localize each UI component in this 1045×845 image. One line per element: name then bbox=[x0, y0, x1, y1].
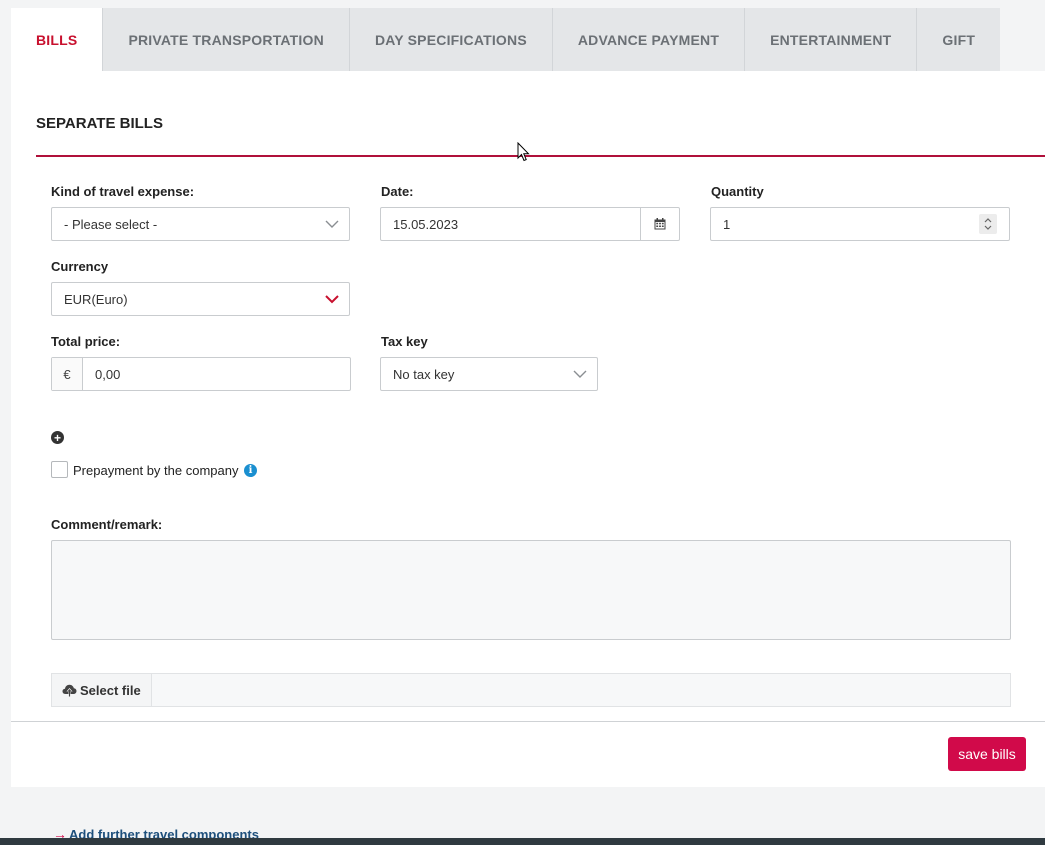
file-upload-bar: Select file bbox=[51, 673, 1011, 707]
chevron-down-icon bbox=[325, 292, 339, 306]
kind-of-travel-expense-select[interactable]: - Please select - bbox=[51, 207, 350, 241]
tax-key-select[interactable]: No tax key bbox=[380, 357, 598, 391]
footer-bar bbox=[0, 838, 1045, 845]
spinner-icon[interactable] bbox=[979, 214, 997, 234]
tab-advance-payment[interactable]: ADVANCE PAYMENT bbox=[552, 8, 746, 71]
total-price-value: 0,00 bbox=[95, 366, 121, 382]
tab-day-specifications[interactable]: DAY SPECIFICATIONS bbox=[349, 8, 553, 71]
currency-value: EUR(Euro) bbox=[64, 291, 128, 307]
calendar-button[interactable] bbox=[640, 208, 679, 240]
comment-label: Comment/remark: bbox=[51, 517, 163, 532]
tab-private-transportation[interactable]: PRIVATE TRANSPORTATION bbox=[103, 8, 350, 71]
calendar-icon bbox=[654, 218, 666, 230]
date-value: 15.05.2023 bbox=[393, 216, 459, 232]
quantity-stepper[interactable]: 1 bbox=[710, 207, 1010, 241]
bills-panel: SEPARATE BILLS Kind of travel expense: -… bbox=[11, 71, 1045, 787]
currency-symbol: € bbox=[52, 358, 83, 390]
actions-divider bbox=[11, 721, 1045, 722]
kind-of-travel-expense-value: - Please select - bbox=[64, 216, 158, 232]
tab-entertainment[interactable]: ENTERTAINMENT bbox=[745, 8, 918, 71]
total-price-input[interactable]: € 0,00 bbox=[51, 357, 351, 391]
save-bills-button[interactable]: save bills bbox=[948, 737, 1026, 771]
date-input[interactable]: 15.05.2023 bbox=[380, 207, 680, 241]
quantity-label: Quantity bbox=[711, 184, 764, 199]
currency-select[interactable]: EUR(Euro) bbox=[51, 282, 350, 316]
kind-of-travel-expense-label: Kind of travel expense: bbox=[51, 184, 195, 199]
section-title: SEPARATE BILLS bbox=[36, 115, 163, 132]
prepayment-label: Prepayment by the company bbox=[73, 463, 239, 478]
quantity-value: 1 bbox=[723, 216, 731, 232]
upload-icon bbox=[62, 684, 77, 696]
tax-key-value: No tax key bbox=[393, 366, 455, 382]
select-file-label: Select file bbox=[80, 682, 141, 698]
tax-key-label: Tax key bbox=[381, 334, 428, 349]
section-divider bbox=[36, 155, 1045, 157]
select-file-button[interactable]: Select file bbox=[52, 674, 152, 706]
tab-gift[interactable]: GIFT bbox=[917, 8, 1001, 71]
info-icon[interactable]: i bbox=[244, 464, 257, 477]
date-label: Date: bbox=[381, 184, 414, 199]
total-price-label: Total price: bbox=[51, 334, 121, 349]
comment-textarea[interactable] bbox=[51, 540, 1011, 640]
prepayment-checkbox[interactable] bbox=[51, 461, 68, 478]
chevron-down-icon bbox=[573, 367, 587, 381]
currency-label: Currency bbox=[51, 259, 109, 274]
tab-bar: BILLS PRIVATE TRANSPORTATION DAY SPECIFI… bbox=[11, 8, 1001, 71]
mouse-cursor-icon bbox=[517, 142, 530, 162]
chevron-down-icon bbox=[325, 217, 339, 231]
tab-bills[interactable]: BILLS bbox=[11, 8, 104, 71]
plus-circle-icon[interactable]: + bbox=[51, 431, 64, 444]
